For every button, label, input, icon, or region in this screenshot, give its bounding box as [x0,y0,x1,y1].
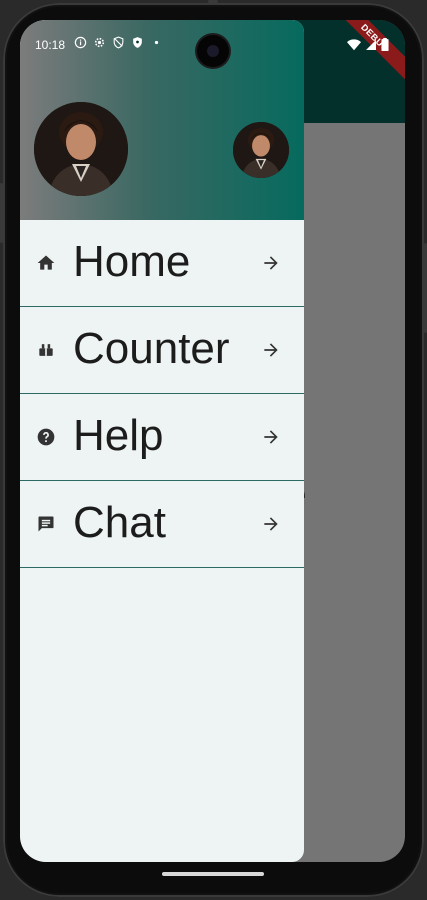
volume-button [0,183,3,243]
menu-item-label: Counter [73,324,230,373]
home-icon [37,255,55,270]
settings-icon [94,37,105,48]
front-camera [197,35,229,67]
menu-item-chat[interactable]: Chat [20,481,304,568]
arrow-forward-icon [264,256,278,270]
user-avatar-large[interactable] [34,102,128,196]
menu-item-help[interactable]: Help [20,394,304,481]
menu-item-label: Help [73,411,164,460]
status-time: 10:18 [35,38,66,52]
gesture-home-bar[interactable] [162,872,264,876]
shield-icon [113,36,124,49]
counter-icon [39,344,53,356]
menu-item-label: Home [73,237,191,286]
drawer-menu: Home Counter Help Chat [20,220,304,568]
arrow-forward-icon [264,430,278,444]
chat-icon [38,516,54,532]
wifi-icon [347,38,361,50]
user-avatar-small[interactable] [233,122,289,178]
arrow-forward-icon [264,517,278,531]
device-screen: ge DEBUG [20,20,405,862]
help-icon [37,428,55,446]
vpn-key-icon [133,37,142,48]
signal-icon [366,39,376,50]
menu-item-counter[interactable]: Counter [20,307,304,394]
top-sensor [208,0,218,3]
info-icon [74,36,87,49]
menu-item-label: Chat [73,498,166,547]
menu-item-home[interactable]: Home [20,220,304,307]
arrow-forward-icon [264,343,278,357]
status-notification-icons [74,36,163,49]
dot-icon [154,40,159,45]
navigation-drawer: Home Counter Help Chat [20,20,304,862]
battery-icon [381,38,389,51]
status-system-icons [347,38,389,51]
